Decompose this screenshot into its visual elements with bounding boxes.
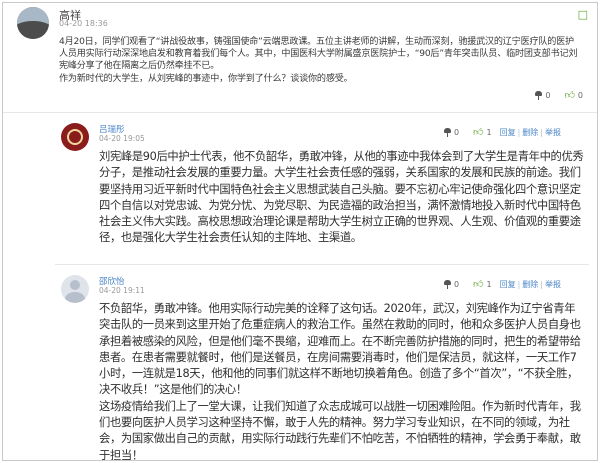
reply-link[interactable]: 回复 [500,127,516,138]
thumbs-up-icon[interactable]: 👍︎ [473,278,483,290]
comment-item: 邵欣怡 04-20 19:11 0 👍︎ 1 回复 | 删除 | 举报 不负韶华… [55,267,589,461]
pin-count: 0 [545,90,551,100]
like-count: 1 [486,127,492,137]
comment-time: 04-20 19:11 [99,286,145,295]
topic-post: 高祥 04-20 18:36 □ 4月20日，同学们观看了“讲战役故事，铸强国使… [3,3,597,113]
like-count: 0 [577,90,583,100]
expand-icon[interactable]: □ [578,8,588,21]
post-actions: 0 👍︎ 0 [535,89,583,101]
avatar[interactable] [61,123,89,151]
comment-actions: 0 👍︎ 1 回复 | 删除 | 举报 [443,278,561,290]
reply-link[interactable]: 回复 [500,279,516,290]
delete-link[interactable]: 删除 [522,279,538,290]
comment-actions: 0 👍︎ 1 回复 | 删除 | 举报 [443,126,561,138]
comment-body: 不负韶华，勇敢冲锋。他用实际行动完美的诠释了这句话。2020年，武汉，刘宪峰作为… [99,302,581,461]
thumbs-up-icon[interactable]: 👍︎ [473,126,483,138]
post-time: 04-20 18:36 [59,19,108,28]
delete-link[interactable]: 删除 [522,127,538,138]
report-link[interactable]: 举报 [545,127,561,138]
pin-icon[interactable] [443,279,451,289]
avatar[interactable] [61,275,89,303]
post-body: 4月20日，同学们观看了“讲战役故事，铸强国使命”云端思政课。五位主讲老师的讲解… [59,37,578,84]
pin-count: 0 [453,279,460,289]
pin-icon[interactable] [535,90,543,100]
comment-body: 刘宪峰是90后中护士代表，他不负韶华，勇敢冲锋，从他的事迹中我体会到了大学生是青… [99,150,584,245]
pin-icon[interactable] [443,127,451,137]
pin-count: 0 [453,127,460,137]
avatar[interactable] [17,7,49,39]
thumbs-up-icon[interactable]: 👍︎ [564,89,574,101]
comment-time: 04-20 19:05 [99,134,145,143]
comment-item: 吕瑞彤 04-20 19:05 0 👍︎ 1 回复 | 删除 | 举报 刘宪峰是… [55,115,589,265]
like-count: 1 [486,279,492,289]
discussion-panel: 高祥 04-20 18:36 □ 4月20日，同学们观看了“讲战役故事，铸强国使… [2,2,598,461]
report-link[interactable]: 举报 [545,279,561,290]
